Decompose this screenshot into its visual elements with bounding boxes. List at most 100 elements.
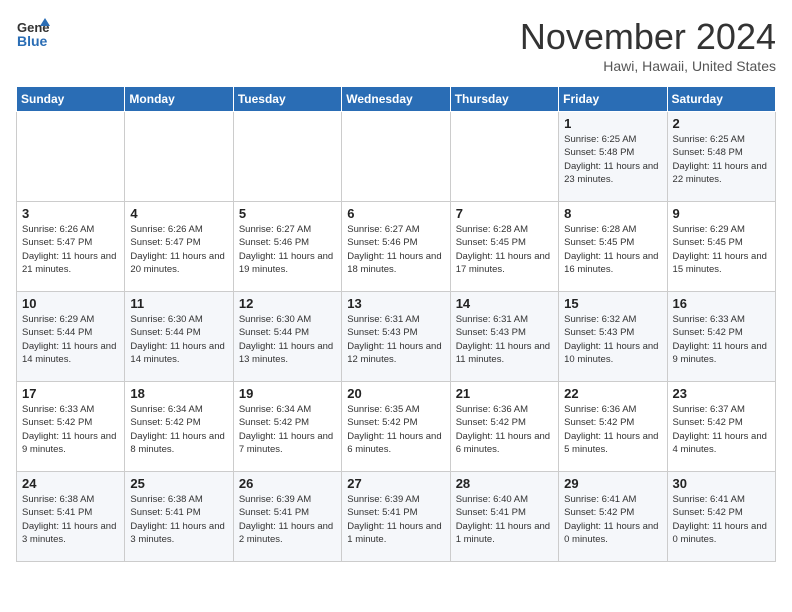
calendar-cell: 26Sunrise: 6:39 AM Sunset: 5:41 PM Dayli… [233,472,341,562]
calendar-cell: 21 Sunrise: 6:36 AM Sunset: 5:42 PM Dayli… [450,382,558,472]
day-number: 25 [130,476,227,491]
header-friday: Friday [559,87,667,112]
day-info: Sunrise: 6:36 AM Sunset: 5:42 PM Dayligh… [564,403,661,456]
header-saturday: Saturday [667,87,775,112]
day-info: Sunrise: 6:32 AM Sunset: 5:43 PM Dayligh… [564,313,661,366]
svg-text:Blue: Blue [17,33,48,49]
calendar-cell: 19 Sunrise: 6:34 AM Sunset: 5:42 PM Dayli… [233,382,341,472]
calendar-cell [125,112,233,202]
day-info: Sunrise: 6:26 AM Sunset: 5:47 PM Dayligh… [22,223,119,276]
calendar-cell: 16Sunrise: 6:33 AM Sunset: 5:42 PM Dayli… [667,292,775,382]
calendar-cell: 22 Sunrise: 6:36 AM Sunset: 5:42 PM Dayli… [559,382,667,472]
day-number: 24 [22,476,119,491]
location: Hawi, Hawaii, United States [520,58,776,74]
day-number: 13 [347,296,444,311]
day-number: 1 [564,116,661,131]
day-info: Sunrise: 6:41 AM Sunset: 5:42 PM Dayligh… [673,493,770,546]
logo: General Blue [16,16,50,50]
day-number: 23 [673,386,770,401]
day-info: Sunrise: 6:30 AM Sunset: 5:44 PM Dayligh… [239,313,336,366]
day-info: Sunrise: 6:33 AM Sunset: 5:42 PM Dayligh… [22,403,119,456]
day-info: Sunrise: 6:27 AM Sunset: 5:46 PM Dayligh… [347,223,444,276]
calendar-cell: 12 Sunrise: 6:30 AM Sunset: 5:44 PM Dayli… [233,292,341,382]
day-number: 26 [239,476,336,491]
calendar-week-row: 17 Sunrise: 6:33 AM Sunset: 5:42 PM Dayli… [17,382,776,472]
header-tuesday: Tuesday [233,87,341,112]
logo-icon: General Blue [16,16,50,50]
month-title: November 2024 [520,16,776,58]
calendar-cell: 20Sunrise: 6:35 AM Sunset: 5:42 PM Dayli… [342,382,450,472]
calendar-cell [342,112,450,202]
calendar-week-row: 3 Sunrise: 6:26 AM Sunset: 5:47 PM Daylig… [17,202,776,292]
calendar-cell: 4 Sunrise: 6:26 AM Sunset: 5:47 PM Daylig… [125,202,233,292]
day-info: Sunrise: 6:31 AM Sunset: 5:43 PM Dayligh… [456,313,553,366]
calendar-cell: 29 Sunrise: 6:41 AM Sunset: 5:42 PM Dayli… [559,472,667,562]
day-number: 29 [564,476,661,491]
day-number: 27 [347,476,444,491]
day-info: Sunrise: 6:34 AM Sunset: 5:42 PM Dayligh… [239,403,336,456]
day-info: Sunrise: 6:31 AM Sunset: 5:43 PM Dayligh… [347,313,444,366]
day-number: 19 [239,386,336,401]
day-number: 7 [456,206,553,221]
calendar-cell: 5Sunrise: 6:27 AM Sunset: 5:46 PM Daylig… [233,202,341,292]
day-info: Sunrise: 6:28 AM Sunset: 5:45 PM Dayligh… [564,223,661,276]
calendar-cell: 28 Sunrise: 6:40 AM Sunset: 5:41 PM Dayli… [450,472,558,562]
day-info: Sunrise: 6:29 AM Sunset: 5:44 PM Dayligh… [22,313,119,366]
day-info: Sunrise: 6:35 AM Sunset: 5:42 PM Dayligh… [347,403,444,456]
calendar-cell: 14 Sunrise: 6:31 AM Sunset: 5:43 PM Dayli… [450,292,558,382]
header-wednesday: Wednesday [342,87,450,112]
day-number: 21 [456,386,553,401]
calendar-cell [233,112,341,202]
day-number: 8 [564,206,661,221]
day-info: Sunrise: 6:27 AM Sunset: 5:46 PM Dayligh… [239,223,336,276]
calendar-cell: 1 Sunrise: 6:25 AM Sunset: 5:48 PM Daylig… [559,112,667,202]
day-number: 11 [130,296,227,311]
calendar-cell: 9 Sunrise: 6:29 AM Sunset: 5:45 PM Daylig… [667,202,775,292]
calendar-cell: 7 Sunrise: 6:28 AM Sunset: 5:45 PM Daylig… [450,202,558,292]
calendar-cell: 10 Sunrise: 6:29 AM Sunset: 5:44 PM Dayli… [17,292,125,382]
calendar-cell: 2 Sunrise: 6:25 AM Sunset: 5:48 PM Daylig… [667,112,775,202]
header-sunday: Sunday [17,87,125,112]
day-number: 14 [456,296,553,311]
day-number: 4 [130,206,227,221]
day-number: 12 [239,296,336,311]
calendar-cell: 3 Sunrise: 6:26 AM Sunset: 5:47 PM Daylig… [17,202,125,292]
day-info: Sunrise: 6:29 AM Sunset: 5:45 PM Dayligh… [673,223,770,276]
day-number: 3 [22,206,119,221]
day-info: Sunrise: 6:40 AM Sunset: 5:41 PM Dayligh… [456,493,553,546]
header-monday: Monday [125,87,233,112]
day-number: 18 [130,386,227,401]
day-number: 28 [456,476,553,491]
calendar-cell [17,112,125,202]
calendar-table: SundayMondayTuesdayWednesdayThursdayFrid… [16,86,776,562]
day-info: Sunrise: 6:37 AM Sunset: 5:42 PM Dayligh… [673,403,770,456]
day-info: Sunrise: 6:39 AM Sunset: 5:41 PM Dayligh… [347,493,444,546]
day-info: Sunrise: 6:28 AM Sunset: 5:45 PM Dayligh… [456,223,553,276]
day-info: Sunrise: 6:25 AM Sunset: 5:48 PM Dayligh… [564,133,661,186]
header-thursday: Thursday [450,87,558,112]
day-info: Sunrise: 6:25 AM Sunset: 5:48 PM Dayligh… [673,133,770,186]
day-number: 2 [673,116,770,131]
day-number: 16 [673,296,770,311]
calendar-cell: 15Sunrise: 6:32 AM Sunset: 5:43 PM Dayli… [559,292,667,382]
calendar-cell: 6Sunrise: 6:27 AM Sunset: 5:46 PM Daylig… [342,202,450,292]
day-number: 22 [564,386,661,401]
calendar-week-row: 24 Sunrise: 6:38 AM Sunset: 5:41 PM Dayli… [17,472,776,562]
day-info: Sunrise: 6:38 AM Sunset: 5:41 PM Dayligh… [22,493,119,546]
day-number: 30 [673,476,770,491]
calendar-cell: 11Sunrise: 6:30 AM Sunset: 5:44 PM Dayli… [125,292,233,382]
calendar-cell: 30 Sunrise: 6:41 AM Sunset: 5:42 PM Dayli… [667,472,775,562]
day-info: Sunrise: 6:26 AM Sunset: 5:47 PM Dayligh… [130,223,227,276]
calendar-cell: 24 Sunrise: 6:38 AM Sunset: 5:41 PM Dayli… [17,472,125,562]
calendar-cell: 27 Sunrise: 6:39 AM Sunset: 5:41 PM Dayli… [342,472,450,562]
calendar-cell: 18Sunrise: 6:34 AM Sunset: 5:42 PM Dayli… [125,382,233,472]
page-header: General Blue November 2024 Hawi, Hawaii,… [16,16,776,74]
calendar-cell: 8 Sunrise: 6:28 AM Sunset: 5:45 PM Daylig… [559,202,667,292]
day-info: Sunrise: 6:38 AM Sunset: 5:41 PM Dayligh… [130,493,227,546]
day-info: Sunrise: 6:41 AM Sunset: 5:42 PM Dayligh… [564,493,661,546]
day-info: Sunrise: 6:36 AM Sunset: 5:42 PM Dayligh… [456,403,553,456]
calendar-cell [450,112,558,202]
day-number: 10 [22,296,119,311]
day-number: 17 [22,386,119,401]
day-number: 9 [673,206,770,221]
